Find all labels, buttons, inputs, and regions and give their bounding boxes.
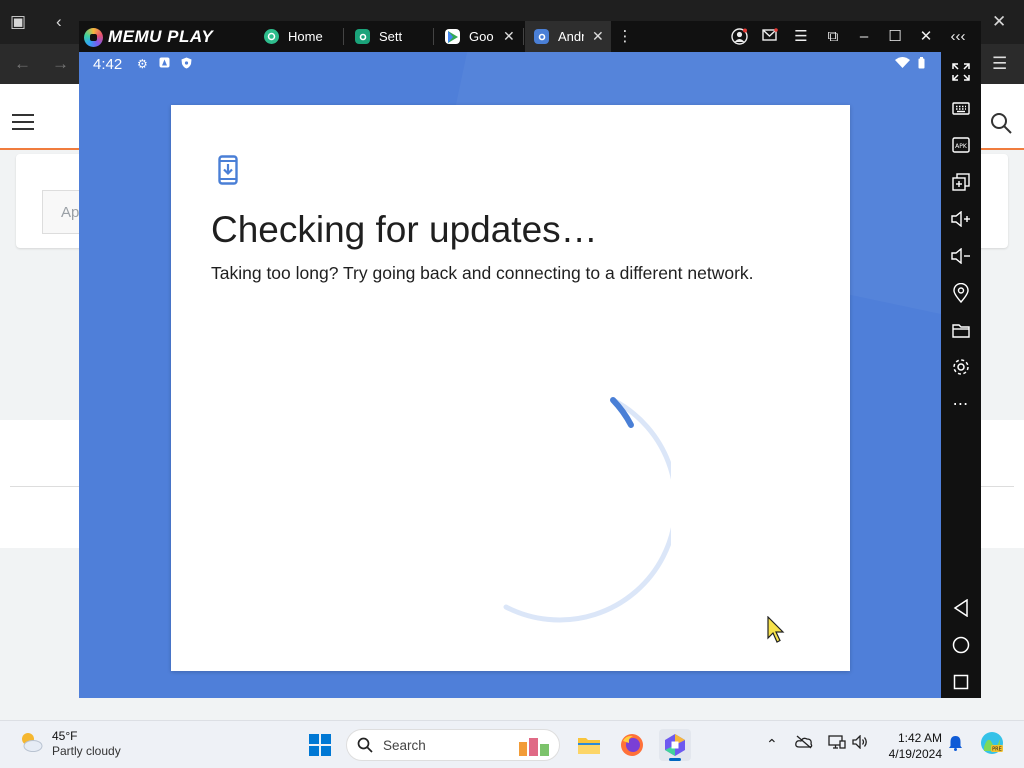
volume-up-icon[interactable] bbox=[950, 208, 972, 230]
svg-text:PRE: PRE bbox=[992, 747, 1002, 753]
memu-app-icon bbox=[665, 734, 685, 756]
svg-text:APK: APK bbox=[955, 143, 968, 150]
onedrive-icon[interactable] bbox=[795, 735, 813, 753]
more-icon[interactable]: ⋯ bbox=[950, 393, 972, 415]
browser-menu-icon[interactable]: ☰ bbox=[992, 54, 1007, 74]
memu-taskbar-button[interactable] bbox=[659, 729, 691, 761]
tab-settings[interactable]: Sett bbox=[355, 21, 435, 52]
system-update-icon bbox=[218, 155, 238, 185]
close-icon[interactable]: ✕ bbox=[503, 28, 515, 45]
window-resize-icon[interactable]: ⧉ bbox=[824, 28, 842, 46]
volume-down-icon[interactable] bbox=[950, 245, 972, 267]
tab-home-label: Home bbox=[288, 29, 323, 44]
tab-android-settings[interactable]: Andr ✕ bbox=[525, 21, 611, 52]
search-placeholder: Search bbox=[383, 737, 426, 753]
copilot-icon[interactable]: PRE bbox=[980, 731, 1004, 759]
mail-icon[interactable] bbox=[761, 28, 779, 46]
memu-toolbar-sidebar: APK ⋯ bbox=[941, 52, 981, 698]
settings-status-icon: ⚙ bbox=[137, 57, 148, 71]
tab-google-play-label: Goo bbox=[469, 29, 494, 44]
search-icon[interactable] bbox=[990, 112, 1012, 134]
location-icon[interactable] bbox=[950, 282, 972, 304]
tab-separator bbox=[433, 28, 434, 45]
battery-icon bbox=[918, 57, 925, 72]
update-dialog: Checking for updates… Taking too long? T… bbox=[171, 105, 850, 671]
loading-spinner bbox=[503, 397, 671, 623]
settings-app-icon bbox=[355, 29, 370, 44]
collapse-sidebar-icon[interactable]: ‹‹‹ bbox=[949, 28, 967, 46]
active-app-indicator bbox=[669, 758, 681, 761]
maximize-icon[interactable]: ☐ bbox=[886, 28, 904, 46]
tab-overflow-icon[interactable]: ⋮ bbox=[616, 28, 634, 46]
firefox-icon bbox=[621, 734, 643, 756]
firefox-button[interactable] bbox=[616, 729, 648, 761]
windows-taskbar: 45°F Partly cloudy Search ⌃ 1:42 AM 4/19… bbox=[0, 720, 1024, 768]
folder-icon bbox=[578, 738, 600, 754]
close-icon[interactable]: ✕ bbox=[592, 28, 604, 45]
tab-settings-label: Sett bbox=[379, 29, 403, 44]
notification-bell-icon[interactable] bbox=[948, 735, 963, 755]
back-arrow-icon[interactable]: ← bbox=[14, 54, 31, 74]
settings-icon[interactable] bbox=[950, 356, 972, 378]
page-subtitle: Taking too long? Try going back and conn… bbox=[211, 263, 754, 283]
memu-logo-icon bbox=[84, 27, 103, 47]
weather-description: Partly cloudy bbox=[52, 744, 121, 758]
status-time: 4:42 bbox=[93, 56, 123, 73]
apk-icon[interactable]: APK bbox=[950, 134, 972, 156]
weather-widget[interactable]: 45°F Partly cloudy bbox=[18, 729, 121, 759]
show-hidden-icons-icon[interactable]: ⌃ bbox=[766, 735, 778, 753]
menu-icon[interactable]: ☰ bbox=[792, 28, 810, 46]
forward-arrow-icon[interactable]: → bbox=[52, 54, 69, 74]
tab-google-play[interactable]: Goo ✕ bbox=[445, 21, 525, 52]
partly-cloudy-icon bbox=[22, 733, 43, 752]
mouse-cursor-icon bbox=[767, 616, 785, 643]
windows-logo-icon bbox=[309, 734, 331, 756]
back-icon[interactable] bbox=[950, 597, 972, 619]
search-highlight-icon bbox=[519, 738, 549, 756]
close-icon[interactable]: ✕ bbox=[917, 28, 935, 46]
clock-date: 4/19/2024 bbox=[888, 747, 942, 761]
memu-title-bar: MEMU PLAY Home Sett Goo ✕ Andr ✕ ⋮ ☰ ⧉ –… bbox=[79, 21, 981, 52]
minimize-icon[interactable]: – bbox=[855, 28, 873, 46]
recents-icon[interactable] bbox=[950, 671, 972, 693]
android-screen: 4:42 ⚙ Checking for updates… Taking too … bbox=[79, 52, 941, 698]
tab-separator bbox=[343, 28, 344, 45]
play-store-icon bbox=[445, 29, 460, 44]
home-app-icon bbox=[264, 29, 279, 44]
keyboard-icon[interactable] bbox=[950, 97, 972, 119]
taskbar-search[interactable]: Search bbox=[346, 729, 560, 761]
file-explorer-button[interactable] bbox=[573, 729, 605, 761]
tab-home[interactable]: Home bbox=[264, 21, 342, 52]
scroll-tabs-left-icon[interactable]: ‹ bbox=[56, 12, 62, 32]
account-icon[interactable] bbox=[730, 28, 748, 46]
network-icon[interactable] bbox=[828, 735, 846, 753]
weather-temperature: 45°F bbox=[52, 729, 78, 743]
fullscreen-icon[interactable] bbox=[950, 61, 972, 83]
shield-icon bbox=[181, 57, 192, 72]
folder-icon[interactable] bbox=[950, 319, 972, 341]
home-icon[interactable] bbox=[950, 634, 972, 656]
wifi-icon bbox=[895, 57, 910, 71]
multi-window-icon[interactable] bbox=[950, 171, 972, 193]
android-settings-icon bbox=[534, 29, 549, 44]
start-button[interactable] bbox=[304, 729, 336, 761]
memu-logo: MEMU PLAY bbox=[84, 27, 213, 47]
taskbar-clock[interactable]: 1:42 AM 4/19/2024 bbox=[880, 730, 942, 762]
close-window-icon[interactable]: ✕ bbox=[992, 12, 1006, 32]
tab-actions-icon[interactable]: ▣ bbox=[10, 12, 26, 32]
page-title: Checking for updates… bbox=[211, 209, 598, 250]
android-status-icon bbox=[159, 57, 170, 71]
weather-text: 45°F Partly cloudy bbox=[52, 729, 121, 759]
memu-brand-text: MEMU PLAY bbox=[108, 27, 214, 46]
memu-play-window: MEMU PLAY Home Sett Goo ✕ Andr ✕ ⋮ ☰ ⧉ –… bbox=[79, 21, 981, 698]
search-icon bbox=[357, 737, 373, 753]
clock-time: 1:42 AM bbox=[897, 731, 942, 745]
hamburger-menu-icon[interactable] bbox=[12, 114, 34, 130]
volume-icon[interactable] bbox=[852, 734, 869, 753]
tab-separator bbox=[523, 28, 524, 45]
tab-android-label: Andr bbox=[558, 29, 584, 44]
